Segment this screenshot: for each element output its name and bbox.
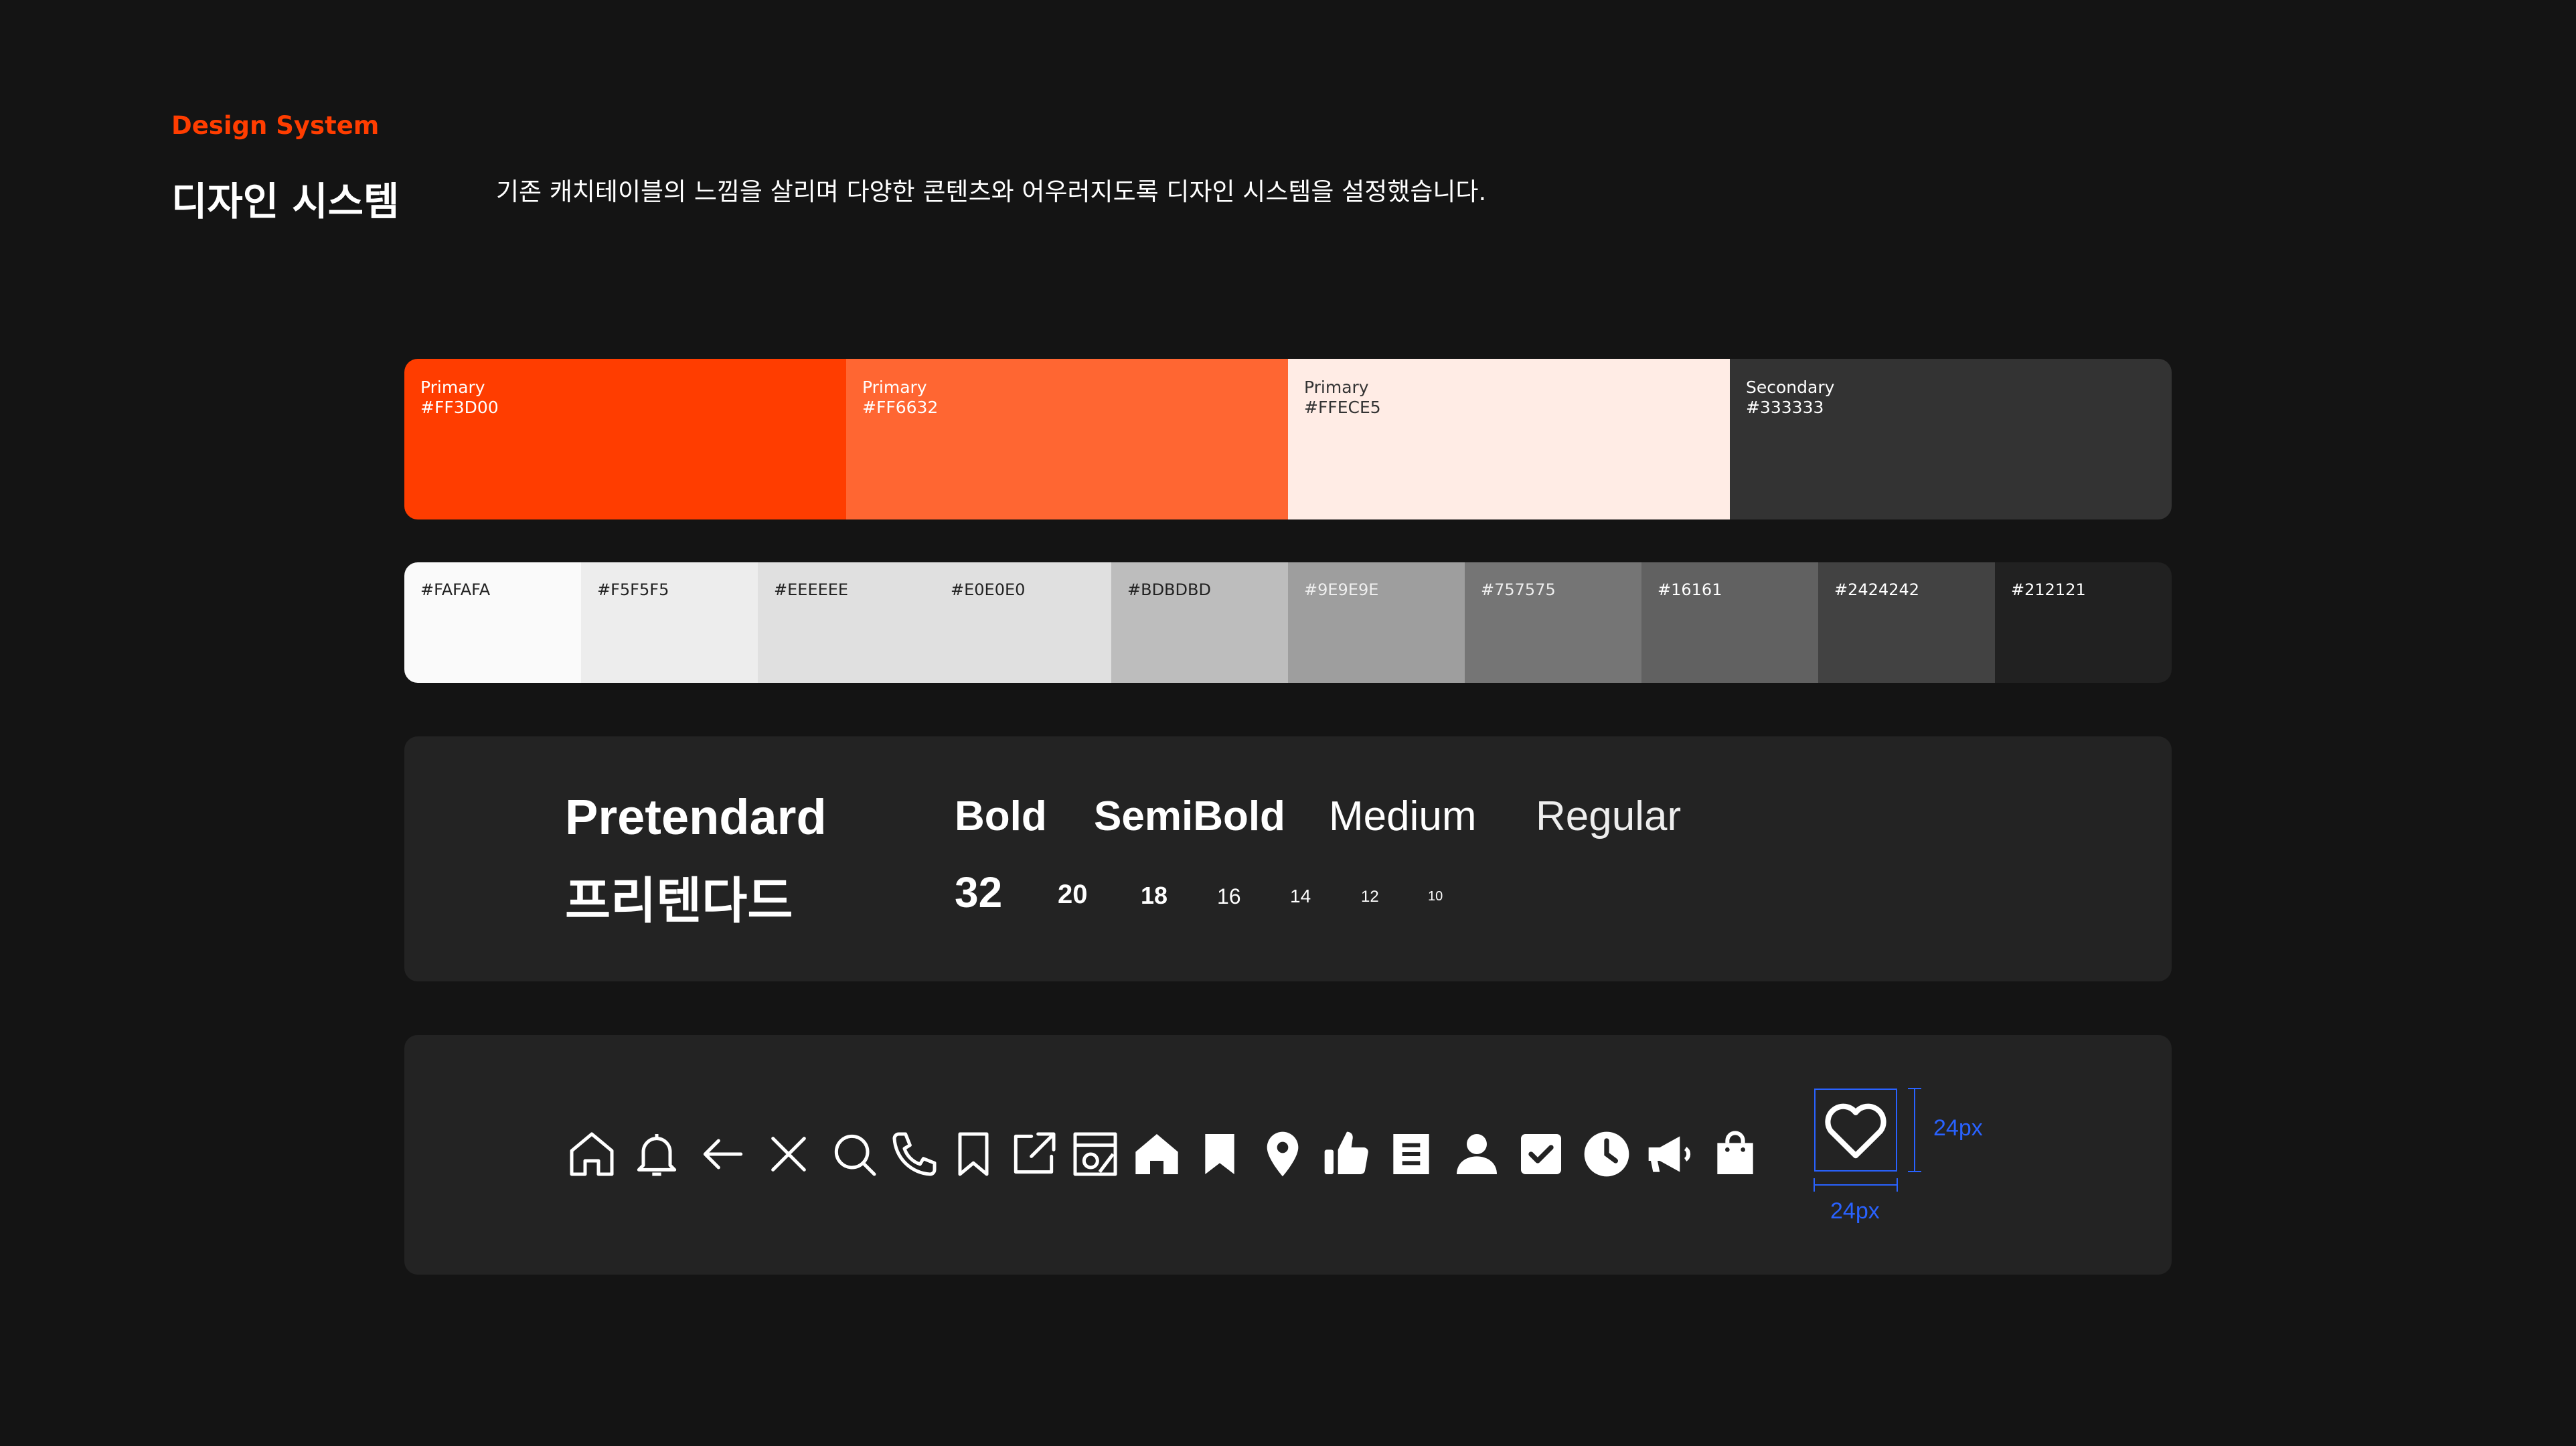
gray-swatch: #BDBDBD	[1111, 562, 1288, 683]
section-eyebrow: Design System	[171, 111, 380, 140]
swatch-hex: #2424242	[1834, 580, 1919, 599]
swatch-label: Primary #FF6632	[862, 378, 938, 418]
swatch-hex: #FFECE5	[1304, 398, 1381, 417]
font-name-english: Pretendard	[565, 789, 827, 845]
gray-swatch: #FAFAFA	[404, 562, 581, 683]
swatch-label: Primary #FFECE5	[1304, 378, 1381, 418]
icon-panel: 24px 24px	[404, 1035, 2172, 1275]
gray-swatch: #E0E0E0	[935, 562, 1111, 683]
gray-swatch: #F5F5F5	[581, 562, 758, 683]
close-icon	[762, 1127, 815, 1181]
font-size-20: 20	[1058, 880, 1088, 909]
bookmark-outline-icon	[947, 1127, 1000, 1181]
font-weight-medium: Medium	[1329, 793, 1477, 839]
icon-bounding-box	[1814, 1089, 1897, 1172]
font-name-korean: 프리텐다드	[565, 872, 793, 930]
primary-color-palette: Primary #FF3D00 Primary #FF6632 Primary …	[404, 359, 2172, 519]
font-size-32: 32	[955, 868, 1003, 916]
shopping-bag-icon	[1708, 1127, 1762, 1181]
swatch-label: Secondary #333333	[1746, 378, 1834, 418]
search-icon	[827, 1127, 881, 1181]
swatch-name: Primary	[420, 378, 485, 397]
swatch-hex: #212121	[2011, 580, 2086, 599]
page-title: 디자인 시스템	[171, 179, 400, 224]
document-icon	[1384, 1127, 1438, 1181]
color-swatch-primary-1: Primary #FF3D00	[404, 359, 846, 519]
swatch-name: Primary	[862, 378, 927, 397]
height-label: 24px	[1933, 1115, 1983, 1141]
clock-icon	[1580, 1127, 1633, 1181]
swatch-hex: #9E9E9E	[1304, 580, 1379, 599]
font-weight-bold: Bold	[955, 793, 1047, 839]
gray-swatch: #EEEEEE	[758, 562, 935, 683]
phone-icon	[888, 1127, 941, 1181]
image-gallery-icon	[1068, 1127, 1122, 1181]
swatch-name: Secondary	[1746, 378, 1835, 397]
swatch-hex: #EEEEEE	[774, 580, 849, 599]
swatch-hex: #757575	[1481, 580, 1556, 599]
swatch-hex: #F5F5F5	[597, 580, 669, 599]
bookmark-filled-icon	[1193, 1127, 1246, 1181]
arrow-left-icon	[696, 1127, 750, 1181]
page-description: 기존 캐치테이블의 느낌을 살리며 다양한 콘텐츠와 어우러지도록 디자인 시스…	[496, 177, 1487, 206]
home-outline-icon	[565, 1127, 619, 1181]
gray-color-palette: #FAFAFA #F5F5F5 #EEEEEE #E0E0E0 #BDBDBD …	[404, 562, 2172, 683]
height-guide	[1908, 1088, 1921, 1172]
swatch-hex: #E0E0E0	[951, 580, 1026, 599]
bell-outline-icon	[630, 1127, 683, 1181]
gray-swatch: #212121	[1995, 562, 2172, 683]
font-weight-regular: Regular	[1536, 793, 1682, 839]
swatch-hex: #16161	[1658, 580, 1722, 599]
swatch-hex: #333333	[1746, 398, 1824, 417]
external-link-icon	[1007, 1127, 1060, 1181]
font-size-14: 14	[1290, 886, 1311, 906]
font-size-18: 18	[1141, 882, 1168, 909]
checkbox-icon	[1514, 1127, 1568, 1181]
width-label: 24px	[1830, 1198, 1880, 1224]
swatch-hex: #BDBDBD	[1127, 580, 1211, 599]
font-size-10: 10	[1428, 889, 1443, 904]
location-pin-icon	[1256, 1127, 1309, 1181]
user-icon	[1450, 1127, 1504, 1181]
swatch-label: Primary #FF3D00	[420, 378, 499, 418]
swatch-hex: #FF3D00	[420, 398, 499, 417]
home-filled-icon	[1130, 1127, 1184, 1181]
gray-swatch: #2424242	[1818, 562, 1995, 683]
swatch-name: Primary	[1304, 378, 1369, 397]
gray-swatch: #16161	[1641, 562, 1818, 683]
font-size-16: 16	[1217, 884, 1241, 908]
gray-swatch: #757575	[1465, 562, 1641, 683]
color-swatch-primary-2: Primary #FF6632	[846, 359, 1288, 519]
width-guide	[1814, 1178, 1898, 1192]
swatch-hex: #FAFAFA	[420, 580, 491, 599]
megaphone-icon	[1644, 1127, 1698, 1181]
font-size-12: 12	[1361, 888, 1379, 906]
font-weight-semibold: SemiBold	[1094, 793, 1285, 839]
gray-swatch: #9E9E9E	[1288, 562, 1465, 683]
typography-panel: Pretendard 프리텐다드 Bold SemiBold Medium Re…	[404, 736, 2172, 981]
heart-icon	[1825, 1103, 1886, 1159]
color-swatch-primary-3: Primary #FFECE5	[1288, 359, 1730, 519]
color-swatch-secondary: Secondary #333333	[1730, 359, 2172, 519]
swatch-hex: #FF6632	[862, 398, 939, 417]
thumbs-up-icon	[1320, 1127, 1374, 1181]
